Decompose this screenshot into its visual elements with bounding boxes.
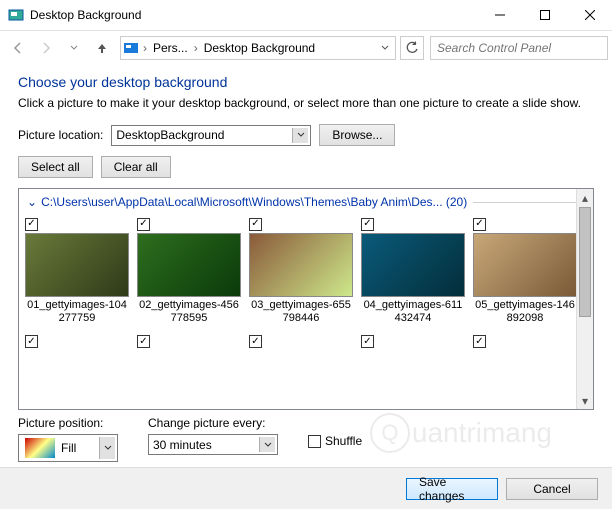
breadcrumb-segment[interactable]: Desktop Background	[200, 37, 319, 59]
thumbnail-item[interactable]: ✓ 05_gettyimages-146892098	[473, 213, 577, 327]
search-input[interactable]	[437, 41, 601, 55]
location-icon	[121, 42, 141, 54]
thumbnail-name: 04_gettyimages-611432474	[361, 297, 465, 327]
picture-gallery: ⌄ C:\Users\user\AppData\Local\Microsoft\…	[18, 188, 594, 410]
picture-position-label: Picture position:	[18, 416, 118, 430]
position-value: Fill	[61, 441, 76, 455]
thumbnail-checkbox[interactable]: ✓	[249, 218, 262, 231]
up-button[interactable]	[88, 34, 116, 62]
chevron-down-icon	[99, 437, 115, 459]
scroll-down-icon[interactable]: ▾	[577, 392, 593, 409]
search-box[interactable]	[430, 36, 608, 60]
refresh-button[interactable]	[400, 36, 424, 60]
breadcrumb-segment[interactable]: Pers...	[149, 37, 192, 59]
thumbnail-name: 02_gettyimages-456778595	[137, 297, 241, 327]
thumbnail-checkbox[interactable]: ✓	[249, 335, 262, 348]
chevron-right-icon[interactable]: ›	[141, 41, 149, 55]
browse-button[interactable]: Browse...	[319, 124, 395, 146]
thumbnail-item[interactable]: ✓ 03_gettyimages-655798446	[249, 213, 353, 327]
thumbnail-checkbox[interactable]: ✓	[473, 218, 486, 231]
thumbnail-name: 01_gettyimages-104277759	[25, 297, 129, 327]
picture-location-value: DesktopBackground	[116, 128, 224, 142]
change-every-dropdown[interactable]: 30 minutes	[148, 434, 278, 455]
thumbnail-checkbox[interactable]: ✓	[361, 218, 374, 231]
dialog-footer: Save changes Cancel	[0, 467, 612, 509]
thumbnail-image[interactable]	[361, 233, 465, 297]
vertical-scrollbar[interactable]: ▴ ▾	[576, 189, 593, 409]
app-icon	[8, 7, 24, 23]
thumbnail-checkbox[interactable]: ✓	[25, 218, 38, 231]
chevron-right-icon[interactable]: ›	[192, 41, 200, 55]
group-path: C:\Users\user\AppData\Local\Microsoft\Wi…	[41, 195, 467, 209]
thumbnail-checkbox[interactable]: ✓	[25, 335, 38, 348]
picture-location-label: Picture location:	[18, 128, 103, 142]
scrollbar-thumb[interactable]	[579, 207, 591, 317]
change-every-label: Change picture every:	[148, 416, 278, 430]
scroll-up-icon[interactable]: ▴	[577, 189, 593, 206]
back-button[interactable]	[4, 34, 32, 62]
thumbnail-image[interactable]	[249, 233, 353, 297]
thumbnail-image[interactable]	[137, 233, 241, 297]
thumbnail-name: 05_gettyimages-146892098	[473, 297, 577, 327]
save-changes-button[interactable]: Save changes	[406, 478, 498, 500]
thumbnail-name: 03_gettyimages-655798446	[249, 297, 353, 327]
cancel-button[interactable]: Cancel	[506, 478, 598, 500]
change-every-value: 30 minutes	[153, 438, 212, 452]
thumbnail-item[interactable]: ✓ 01_gettyimages-104277759	[25, 213, 129, 327]
page-heading: Choose your desktop background	[18, 74, 594, 90]
position-preview-icon	[25, 438, 55, 458]
navigation-bar: › Pers... › Desktop Background	[0, 30, 612, 64]
address-dropdown-icon[interactable]	[375, 43, 395, 53]
thumbnail-image[interactable]	[473, 233, 577, 297]
page-subheading: Click a picture to make it your desktop …	[18, 96, 594, 110]
shuffle-label: Shuffle	[325, 434, 362, 448]
expand-collapse-icon[interactable]: ⌄	[27, 195, 37, 209]
forward-button	[32, 34, 60, 62]
close-button[interactable]	[567, 0, 612, 30]
maximize-button[interactable]	[522, 0, 567, 30]
chevron-down-icon	[259, 437, 275, 452]
thumbnail-image[interactable]	[25, 233, 129, 297]
window-title: Desktop Background	[30, 8, 477, 22]
group-header[interactable]: ⌄ C:\Users\user\AppData\Local\Microsoft\…	[25, 193, 587, 213]
thumbnail-checkbox[interactable]: ✓	[361, 335, 374, 348]
thumbnail-item[interactable]: ✓ 04_gettyimages-611432474	[361, 213, 465, 327]
clear-all-button[interactable]: Clear all	[101, 156, 171, 178]
shuffle-checkbox[interactable]	[308, 435, 321, 448]
select-all-button[interactable]: Select all	[18, 156, 93, 178]
minimize-button[interactable]	[477, 0, 522, 30]
title-bar: Desktop Background	[0, 0, 612, 30]
thumbnail-item[interactable]: ✓ 02_gettyimages-456778595	[137, 213, 241, 327]
picture-position-dropdown[interactable]: Fill	[18, 434, 118, 462]
address-bar[interactable]: › Pers... › Desktop Background	[120, 36, 396, 60]
picture-location-dropdown[interactable]: DesktopBackground	[111, 125, 311, 146]
thumbnail-checkbox[interactable]: ✓	[137, 335, 150, 348]
recent-dropdown-icon[interactable]	[60, 34, 88, 62]
thumbnail-checkbox[interactable]: ✓	[137, 218, 150, 231]
thumbnail-checkbox[interactable]: ✓	[473, 335, 486, 348]
chevron-down-icon	[292, 128, 308, 143]
